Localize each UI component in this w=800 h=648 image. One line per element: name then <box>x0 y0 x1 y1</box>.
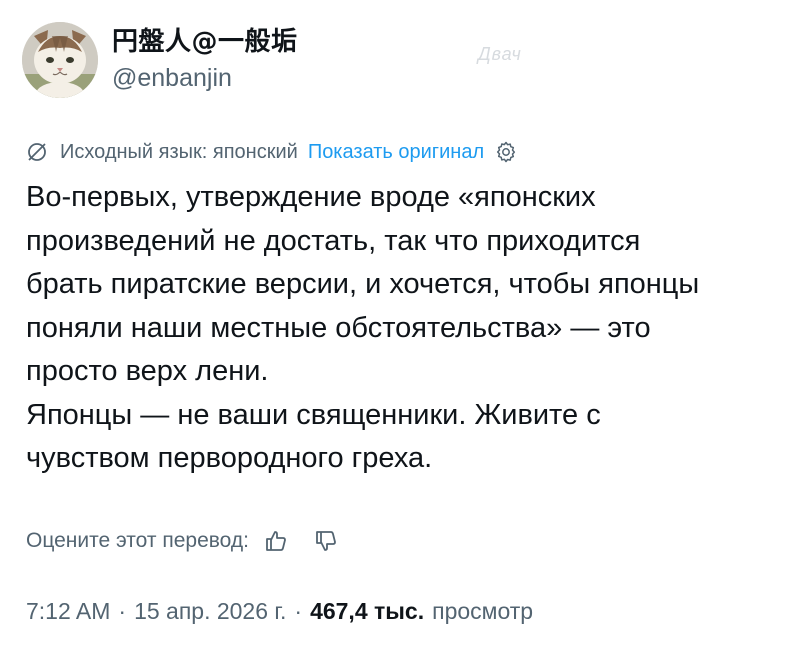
tweet-header: 円盤人@一般垢 @enbanjin <box>22 22 298 98</box>
avatar[interactable] <box>22 22 98 98</box>
tweet-text: Во-первых, утверждение вроде «японских п… <box>26 176 786 481</box>
source-language-label: Исходный язык: японский <box>60 140 298 163</box>
tweet-paragraph-2: Японцы — не ваши священники. Живите с чу… <box>26 398 601 475</box>
translation-bar: Исходный язык: японский Показать оригина… <box>26 140 518 164</box>
rate-translation-label: Оцените этот перевод: <box>26 529 249 552</box>
tweet-paragraph-1: Во-первых, утверждение вроде «японских п… <box>26 181 700 387</box>
meta-separator: · <box>294 598 303 624</box>
tweet-meta: 7:12 AM · 15 апр. 2026 г. · 467,4 тыс. п… <box>26 598 533 625</box>
meta-separator: · <box>118 598 127 624</box>
thumbs-up-icon[interactable] <box>263 528 289 554</box>
tweet-date[interactable]: 15 апр. 2026 г. <box>134 598 286 625</box>
rate-translation-row: Оцените этот перевод: <box>26 528 339 554</box>
show-original-link[interactable]: Показать оригинал <box>308 141 484 164</box>
tweet-time[interactable]: 7:12 AM <box>26 598 110 625</box>
user-handle[interactable]: @enbanjin <box>112 62 298 94</box>
tweet-view: 円盤人@一般垢 @enbanjin Двач Исходный язык: яп… <box>0 0 800 648</box>
thumbs-down-icon[interactable] <box>313 528 339 554</box>
views-count[interactable]: 467,4 тыс. <box>310 598 424 625</box>
gear-icon[interactable] <box>494 140 518 164</box>
cat-avatar-icon <box>22 22 98 98</box>
translate-icon <box>26 141 48 163</box>
display-name[interactable]: 円盤人@一般垢 <box>112 26 298 58</box>
watermark: Двач <box>478 44 522 64</box>
author-names: 円盤人@一般垢 @enbanjin <box>112 26 298 94</box>
views-label: просмотр <box>432 598 534 624</box>
